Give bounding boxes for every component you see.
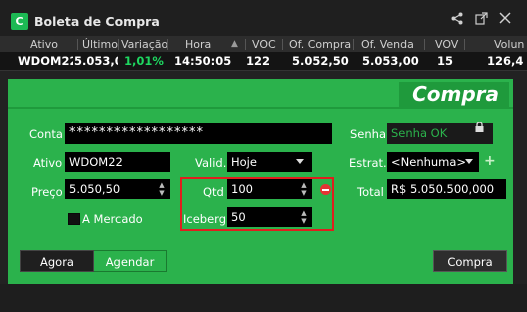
- col-header-volume[interactable]: Volun: [494, 38, 524, 51]
- col-header-hora[interactable]: Hora: [185, 38, 211, 51]
- valid-select[interactable]: Hoje: [227, 152, 312, 172]
- chevron-down-icon: [465, 159, 473, 164]
- conta-label: Conta: [29, 127, 63, 141]
- preco-stepper[interactable]: 5.050,50 ▲ ▼: [65, 179, 170, 199]
- quote-ativo: WDOM22: [18, 54, 73, 68]
- ativo-label: Ativo: [33, 156, 63, 170]
- compra-button[interactable]: Compra: [433, 250, 507, 272]
- popout-icon[interactable]: [475, 12, 488, 31]
- col-header-vov[interactable]: VOV: [435, 38, 458, 51]
- stepper-arrows-icon[interactable]: ▲ ▼: [157, 181, 167, 197]
- quote-of-venda: 5.053,00: [362, 54, 419, 68]
- preco-value: 5.050,50: [69, 182, 121, 196]
- quote-hora: 14:50:05: [174, 54, 232, 68]
- order-panel: Compra Conta ****************** Senha Se…: [8, 79, 513, 284]
- sort-asc-icon[interactable]: ▲: [231, 39, 238, 49]
- quote-volume: 126,4: [487, 54, 524, 68]
- col-separator: [353, 39, 354, 50]
- quote-of-compra: 5.052,50: [292, 54, 349, 68]
- col-header-ultimo[interactable]: Último: [82, 38, 118, 51]
- close-icon[interactable]: [499, 12, 511, 30]
- agendar-tab[interactable]: Agendar: [94, 250, 167, 272]
- highlight-box: [180, 177, 334, 231]
- total-label: Total: [357, 185, 384, 199]
- quote-ultimo: 5.053,00: [74, 54, 118, 68]
- side-banner-label: Compra: [412, 82, 499, 106]
- valid-label: Valid.: [195, 156, 227, 170]
- a-mercado-checkbox[interactable]: [68, 213, 80, 225]
- estrat-select[interactable]: <Nenhuma>: [387, 152, 479, 172]
- quote-voc: 122: [246, 54, 271, 68]
- a-mercado-label: A Mercado: [82, 212, 143, 226]
- app-icon: C: [11, 13, 28, 30]
- estrat-select-value: <Nenhuma>: [391, 155, 467, 169]
- col-header-ativo[interactable]: Ativo: [30, 38, 58, 51]
- conta-field[interactable]: ******************: [65, 123, 332, 144]
- col-separator: [245, 39, 246, 50]
- col-separator: [424, 39, 425, 50]
- quote-variacao: 1,01%: [124, 54, 164, 68]
- col-header-of-venda[interactable]: Of. Venda: [361, 38, 414, 51]
- banner-divider: [8, 107, 513, 109]
- title-bar: C Boleta de Compra: [0, 0, 527, 36]
- lock-icon: [475, 122, 484, 132]
- order-window: C Boleta de Compra Ativo Último Variação…: [0, 0, 527, 312]
- side-banner: Compra: [399, 82, 509, 107]
- estrat-label: Estrat.: [349, 156, 387, 170]
- col-header-of-compra[interactable]: Of. Compra: [289, 38, 351, 51]
- quote-row[interactable]: WDOM22 5.053,00 1,01% 14:50:05 122 5.052…: [0, 52, 527, 71]
- valid-select-value: Hoje: [231, 155, 257, 169]
- window-title: Boleta de Compra: [34, 14, 160, 29]
- window-footer: [0, 284, 527, 312]
- share-icon[interactable]: [451, 12, 463, 31]
- col-separator: [77, 39, 78, 50]
- preco-label: Preço: [31, 185, 63, 199]
- col-header-variacao[interactable]: Variação: [121, 38, 168, 51]
- col-header-voc[interactable]: VOC: [252, 38, 276, 51]
- col-separator: [167, 39, 168, 50]
- senha-label: Senha: [350, 127, 386, 141]
- agora-tab[interactable]: Agora: [20, 250, 94, 272]
- ativo-field[interactable]: WDOM22: [65, 152, 170, 172]
- chevron-down-icon: [296, 159, 304, 164]
- col-separator: [464, 39, 465, 50]
- col-separator: [282, 39, 283, 50]
- add-icon[interactable]: +: [484, 154, 496, 168]
- col-separator: [118, 39, 119, 50]
- quote-header: Ativo Último Variação Hora ▲ VOC Of. Com…: [0, 36, 527, 52]
- total-field: R$ 5.050.500,000: [387, 179, 506, 199]
- quote-vov: 15: [437, 54, 454, 68]
